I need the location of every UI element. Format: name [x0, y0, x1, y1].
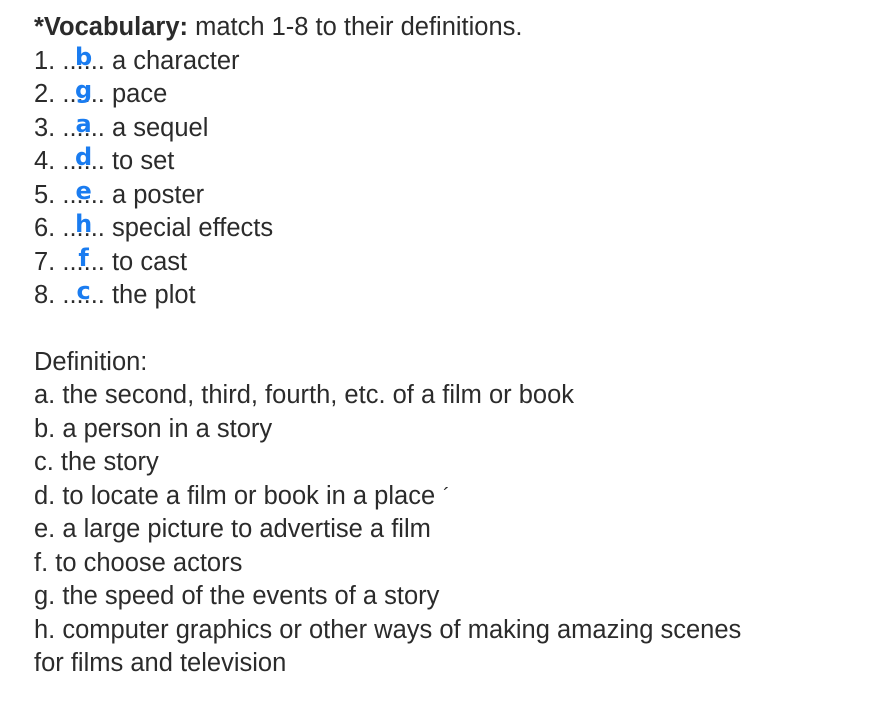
vocabulary-item: 2. ...... g pace — [34, 76, 741, 112]
answer-slot: ...... e — [62, 177, 105, 213]
item-term: a poster — [104, 180, 205, 209]
item-term: pace — [104, 80, 168, 108]
definition-text: d. to locate a film or book in a place — [34, 481, 436, 510]
item-number: 3. — [34, 113, 56, 142]
answer-slot: ...... c — [62, 277, 105, 313]
vocabulary-item: 3. ...... a a sequel — [34, 110, 741, 146]
definition-text: g. the speed of the events of a story — [34, 582, 440, 610]
definition-text: h. computer graphics or other ways of ma… — [34, 615, 742, 644]
handwritten-answer: g — [75, 76, 93, 104]
stray-mark: ´ — [443, 484, 450, 507]
definition-text: e. a large picture to advertise a film — [34, 515, 431, 543]
handwritten-answer: b — [75, 42, 93, 71]
definition-item: f. to choose actors — [34, 547, 741, 581]
item-number: 8. — [34, 281, 56, 309]
answer-slot: ...... f — [62, 244, 105, 280]
vocabulary-exercise: *Vocabulary: match 1-8 to their definiti… — [34, 11, 741, 681]
handwritten-answer: c — [76, 277, 91, 305]
exercise-title: *Vocabulary: match 1-8 to their definiti… — [34, 13, 523, 41]
definition-item: e. a large picture to advertise a film — [34, 513, 741, 547]
definition-item: h. computer graphics or other ways of ma… — [34, 614, 741, 648]
definition-item: c. the story — [34, 446, 741, 480]
answer-slot: ...... b — [62, 43, 105, 79]
item-term: special effects — [104, 214, 274, 242]
answer-slot: ...... g — [62, 76, 105, 112]
handwritten-answer: d — [75, 143, 93, 171]
handwritten-answer: e — [75, 176, 92, 205]
vocabulary-item: 8. ...... c the plot — [34, 277, 741, 313]
vocabulary-item: 4. ...... d to set — [34, 143, 741, 179]
handwritten-answer: f — [78, 243, 89, 272]
vocabulary-item: 5. ...... e a poster — [34, 177, 741, 213]
definition-text: b. a person in a story — [34, 414, 273, 443]
definition-item: g. the speed of the events of a story — [34, 580, 741, 614]
item-term: a character — [104, 46, 240, 75]
answer-slot: ...... a — [62, 110, 105, 146]
definition-item: d. to locate a film or book in a place ´ — [34, 480, 741, 514]
item-term: to cast — [104, 247, 188, 276]
item-number: 6. — [34, 214, 56, 242]
definition-text: f. to choose actors — [34, 548, 243, 577]
answer-slot: ...... h — [62, 210, 105, 246]
item-term: to set — [104, 147, 175, 175]
definition-item: b. a person in a story — [34, 413, 741, 447]
item-number: 1. — [34, 46, 56, 75]
item-number: 2. — [34, 80, 56, 108]
definition-text: for films and television — [34, 649, 287, 677]
definition-text: a. the second, third, fourth, etc. of a … — [34, 381, 575, 409]
item-number: 5. — [34, 180, 56, 209]
definitions-list: a. the second, third, fourth, etc. of a … — [34, 379, 741, 681]
item-term: the plot — [104, 281, 196, 309]
vocabulary-item: 1. ...... b a character — [34, 43, 741, 79]
definition-item: for films and television — [34, 647, 741, 681]
vocabulary-item: 6. ...... h special effects — [34, 210, 741, 246]
definition-item: a. the second, third, fourth, etc. of a … — [34, 379, 741, 413]
item-number: 7. — [34, 247, 56, 276]
definition-text: c. the story — [34, 448, 159, 476]
vocabulary-item: 7. ...... f to cast — [34, 244, 741, 280]
definitions-heading: Definition: — [34, 347, 148, 376]
item-number: 4. — [34, 147, 56, 175]
item-term: a sequel — [104, 113, 209, 142]
handwritten-answer: a — [75, 109, 92, 138]
answer-slot: ...... d — [62, 143, 105, 179]
vocabulary-list: 1. ...... b a character 2. ...... g pace 3. … — [34, 43, 741, 313]
handwritten-answer: h — [75, 210, 93, 238]
